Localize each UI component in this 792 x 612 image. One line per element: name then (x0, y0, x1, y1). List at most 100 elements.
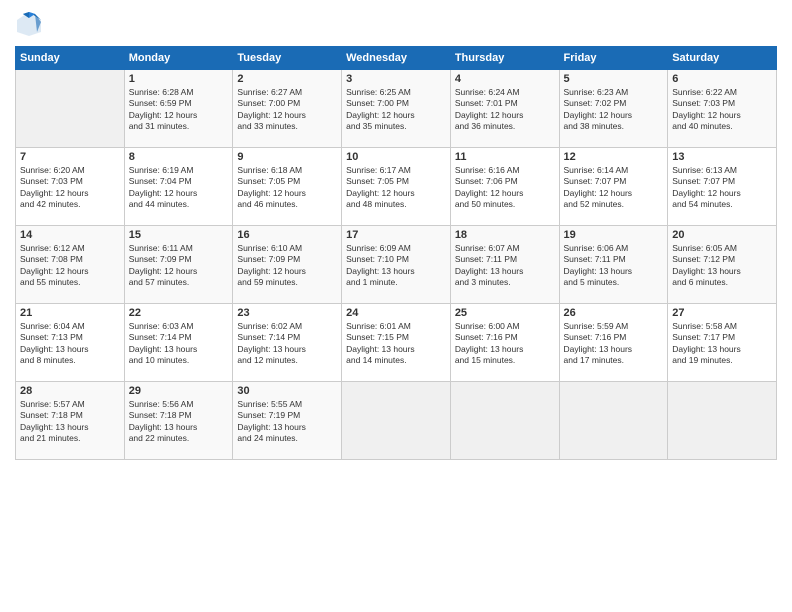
calendar-cell: 18 Sunrise: 6:07 AM Sunset: 7:11 PM Dayli… (450, 226, 559, 304)
day-number: 12 (564, 151, 664, 163)
calendar-cell: 20 Sunrise: 6:05 AM Sunset: 7:12 PM Dayli… (668, 226, 777, 304)
day-number: 23 (237, 307, 337, 319)
calendar-cell: 6 Sunrise: 6:22 AM Sunset: 7:03 PM Daylig… (668, 70, 777, 148)
calendar-table: SundayMondayTuesdayWednesdayThursdayFrid… (15, 46, 777, 460)
calendar-cell (16, 70, 125, 148)
day-info: Sunrise: 6:03 AM Sunset: 7:14 PM Dayligh… (129, 321, 229, 367)
day-number: 19 (564, 229, 664, 241)
day-number: 7 (20, 151, 120, 163)
calendar-cell: 2Sunrise: 6:27 AM Sunset: 7:00 PM Daylig… (233, 70, 342, 148)
page-container: SundayMondayTuesdayWednesdayThursdayFrid… (0, 0, 792, 470)
calendar-cell: 7 Sunrise: 6:20 AM Sunset: 7:03 PM Daylig… (16, 148, 125, 226)
day-info: Sunrise: 6:00 AM Sunset: 7:16 PM Dayligh… (455, 321, 555, 367)
logo (15, 10, 47, 38)
day-info: Sunrise: 6:14 AM Sunset: 7:07 PM Dayligh… (564, 165, 664, 211)
day-info: Sunrise: 6:28 AM Sunset: 6:59 PM Dayligh… (129, 87, 229, 133)
calendar-cell: 5 Sunrise: 6:23 AM Sunset: 7:02 PM Daylig… (559, 70, 668, 148)
day-info: Sunrise: 6:18 AM Sunset: 7:05 PM Dayligh… (237, 165, 337, 211)
day-header-sunday: Sunday (16, 47, 125, 70)
calendar-cell: 8 Sunrise: 6:19 AM Sunset: 7:04 PM Daylig… (124, 148, 233, 226)
day-info: Sunrise: 6:25 AM Sunset: 7:00 PM Dayligh… (346, 87, 446, 133)
day-number: 9 (237, 151, 337, 163)
day-info: Sunrise: 6:06 AM Sunset: 7:11 PM Dayligh… (564, 243, 664, 289)
calendar-cell (559, 382, 668, 460)
calendar-cell: 23 Sunrise: 6:02 AM Sunset: 7:14 PM Dayli… (233, 304, 342, 382)
day-info: Sunrise: 5:56 AM Sunset: 7:18 PM Dayligh… (129, 399, 229, 445)
day-info: Sunrise: 6:16 AM Sunset: 7:06 PM Dayligh… (455, 165, 555, 211)
day-number: 5 (564, 73, 664, 85)
day-number: 6 (672, 73, 772, 85)
day-header-friday: Friday (559, 47, 668, 70)
calendar-cell: 28 Sunrise: 5:57 AM Sunset: 7:18 PM Dayli… (16, 382, 125, 460)
day-number: 3 (346, 73, 446, 85)
day-info: Sunrise: 5:59 AM Sunset: 7:16 PM Dayligh… (564, 321, 664, 367)
day-info: Sunrise: 6:04 AM Sunset: 7:13 PM Dayligh… (20, 321, 120, 367)
day-info: Sunrise: 5:57 AM Sunset: 7:18 PM Dayligh… (20, 399, 120, 445)
day-number: 1 (129, 73, 229, 85)
calendar-cell: 29 Sunrise: 5:56 AM Sunset: 7:18 PM Dayli… (124, 382, 233, 460)
day-header-wednesday: Wednesday (342, 47, 451, 70)
calendar-cell: 12 Sunrise: 6:14 AM Sunset: 7:07 PM Dayli… (559, 148, 668, 226)
day-number: 24 (346, 307, 446, 319)
day-number: 26 (564, 307, 664, 319)
day-number: 16 (237, 229, 337, 241)
calendar-cell: 13 Sunrise: 6:13 AM Sunset: 7:07 PM Dayli… (668, 148, 777, 226)
day-info: Sunrise: 6:17 AM Sunset: 7:05 PM Dayligh… (346, 165, 446, 211)
calendar-cell: 4 Sunrise: 6:24 AM Sunset: 7:01 PM Daylig… (450, 70, 559, 148)
calendar-cell: 14Sunrise: 6:12 AM Sunset: 7:08 PM Dayli… (16, 226, 125, 304)
calendar-cell (342, 382, 451, 460)
calendar-cell: 15 Sunrise: 6:11 AM Sunset: 7:09 PM Dayli… (124, 226, 233, 304)
day-number: 20 (672, 229, 772, 241)
day-info: Sunrise: 6:19 AM Sunset: 7:04 PM Dayligh… (129, 165, 229, 211)
calendar-cell (668, 382, 777, 460)
calendar-cell: 9 Sunrise: 6:18 AM Sunset: 7:05 PM Daylig… (233, 148, 342, 226)
day-info: Sunrise: 6:20 AM Sunset: 7:03 PM Dayligh… (20, 165, 120, 211)
day-number: 30 (237, 385, 337, 397)
calendar-cell: 3 Sunrise: 6:25 AM Sunset: 7:00 PM Daylig… (342, 70, 451, 148)
day-info: Sunrise: 6:12 AM Sunset: 7:08 PM Dayligh… (20, 243, 120, 289)
day-number: 18 (455, 229, 555, 241)
calendar-cell: 17 Sunrise: 6:09 AM Sunset: 7:10 PM Dayli… (342, 226, 451, 304)
calendar-cell: 19 Sunrise: 6:06 AM Sunset: 7:11 PM Dayli… (559, 226, 668, 304)
day-info: Sunrise: 6:05 AM Sunset: 7:12 PM Dayligh… (672, 243, 772, 289)
day-info: Sunrise: 6:01 AM Sunset: 7:15 PM Dayligh… (346, 321, 446, 367)
day-number: 29 (129, 385, 229, 397)
day-number: 17 (346, 229, 446, 241)
day-info: Sunrise: 5:55 AM Sunset: 7:19 PM Dayligh… (237, 399, 337, 445)
calendar-cell: 25 Sunrise: 6:00 AM Sunset: 7:16 PM Dayli… (450, 304, 559, 382)
calendar-cell: 24 Sunrise: 6:01 AM Sunset: 7:15 PM Dayli… (342, 304, 451, 382)
day-number: 27 (672, 307, 772, 319)
day-header-monday: Monday (124, 47, 233, 70)
day-info: Sunrise: 6:23 AM Sunset: 7:02 PM Dayligh… (564, 87, 664, 133)
day-number: 28 (20, 385, 120, 397)
day-info: Sunrise: 6:10 AM Sunset: 7:09 PM Dayligh… (237, 243, 337, 289)
day-info: Sunrise: 6:24 AM Sunset: 7:01 PM Dayligh… (455, 87, 555, 133)
day-info: Sunrise: 6:13 AM Sunset: 7:07 PM Dayligh… (672, 165, 772, 211)
day-number: 13 (672, 151, 772, 163)
day-info: Sunrise: 6:07 AM Sunset: 7:11 PM Dayligh… (455, 243, 555, 289)
calendar-cell: 11 Sunrise: 6:16 AM Sunset: 7:06 PM Dayli… (450, 148, 559, 226)
calendar-cell: 10 Sunrise: 6:17 AM Sunset: 7:05 PM Dayli… (342, 148, 451, 226)
day-number: 15 (129, 229, 229, 241)
day-header-saturday: Saturday (668, 47, 777, 70)
day-info: Sunrise: 6:09 AM Sunset: 7:10 PM Dayligh… (346, 243, 446, 289)
day-header-thursday: Thursday (450, 47, 559, 70)
day-info: Sunrise: 6:02 AM Sunset: 7:14 PM Dayligh… (237, 321, 337, 367)
header (15, 10, 777, 38)
day-info: Sunrise: 6:22 AM Sunset: 7:03 PM Dayligh… (672, 87, 772, 133)
calendar-cell: 21Sunrise: 6:04 AM Sunset: 7:13 PM Dayli… (16, 304, 125, 382)
day-number: 11 (455, 151, 555, 163)
day-number: 8 (129, 151, 229, 163)
calendar-cell: 26 Sunrise: 5:59 AM Sunset: 7:16 PM Dayli… (559, 304, 668, 382)
day-header-tuesday: Tuesday (233, 47, 342, 70)
day-number: 10 (346, 151, 446, 163)
day-number: 25 (455, 307, 555, 319)
day-info: Sunrise: 5:58 AM Sunset: 7:17 PM Dayligh… (672, 321, 772, 367)
day-number: 22 (129, 307, 229, 319)
day-info: Sunrise: 6:11 AM Sunset: 7:09 PM Dayligh… (129, 243, 229, 289)
day-number: 2 (237, 73, 337, 85)
calendar-cell: 16 Sunrise: 6:10 AM Sunset: 7:09 PM Dayli… (233, 226, 342, 304)
day-number: 4 (455, 73, 555, 85)
logo-icon (15, 10, 43, 38)
calendar-cell: 1 Sunrise: 6:28 AM Sunset: 6:59 PM Daylig… (124, 70, 233, 148)
